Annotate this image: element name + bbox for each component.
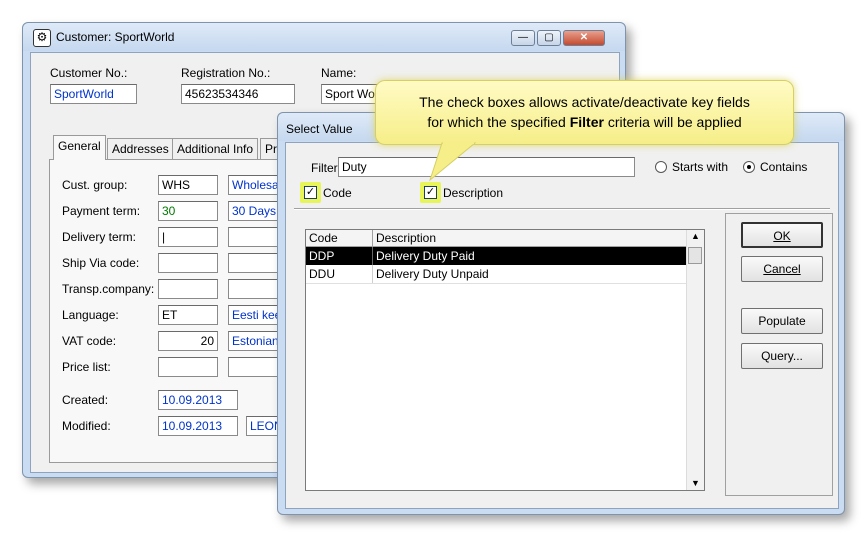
created-field: 10.09.2013 [158, 390, 238, 410]
ship-via-label: Ship Via code: [62, 256, 140, 270]
cust-group-label: Cust. group: [62, 178, 128, 192]
callout-tooltip: The check boxes allows activate/deactiva… [375, 80, 794, 145]
language-code-field[interactable]: ET [158, 305, 218, 325]
modified-field: 10.09.2013 [158, 416, 238, 436]
column-header-description[interactable]: Description [372, 230, 687, 247]
modified-label: Modified: [62, 419, 111, 433]
app-icon: ⚙ [33, 29, 51, 47]
transp-company-code-field[interactable] [158, 279, 218, 299]
callout-line-1: The check boxes allows activate/deactiva… [419, 94, 750, 110]
cancel-button[interactable]: Cancel [741, 256, 823, 282]
customer-window-title: Customer: SportWorld [56, 30, 175, 44]
payment-term-code-field[interactable]: 30 [158, 201, 218, 221]
row-description: Delivery Duty Unpaid [372, 265, 687, 284]
populate-button[interactable]: Populate [741, 308, 823, 334]
price-list-label: Price list: [62, 360, 111, 374]
ok-button-label: OK [773, 229, 791, 243]
select-window-title: Select Value [286, 122, 353, 136]
filter-label: Filter: [311, 161, 341, 175]
query-button-label: Query... [761, 349, 803, 363]
minimize-icon[interactable]: — [511, 30, 535, 46]
registration-no-label: Registration No.: [181, 66, 271, 80]
row-code: DDU [306, 265, 373, 284]
starts-with-radio[interactable] [655, 161, 667, 173]
close-icon[interactable]: ✕ [563, 30, 605, 46]
code-checkbox[interactable]: ✓ [304, 186, 317, 199]
delivery-term-code-field[interactable]: | [158, 227, 218, 247]
customer-title-bar[interactable]: ⚙ Customer: SportWorld — ▢ ✕ [23, 23, 625, 51]
callout-line-2: for which the specified Filter criteria … [376, 112, 793, 132]
select-value-window: Select Value Filter: Duty Starts with Co… [277, 112, 845, 515]
transp-company-label: Transp.company: [62, 282, 155, 296]
customer-no-label: Customer No.: [50, 66, 128, 80]
tab-additional-info[interactable]: Additional Info [172, 138, 259, 160]
callout-line-2-pre: for which the specified [427, 114, 570, 130]
row-code: DDP [306, 246, 373, 265]
contains-label: Contains [760, 160, 808, 174]
delivery-term-label: Delivery term: [62, 230, 137, 244]
ship-via-code-field[interactable] [158, 253, 218, 273]
registration-no-field[interactable]: 45623534346 [181, 84, 295, 104]
payment-term-label: Payment term: [62, 204, 141, 218]
starts-with-label: Starts with [672, 160, 729, 174]
row-description: Delivery Duty Paid [376, 249, 475, 263]
table-row[interactable]: DDU Delivery Duty Unpaid [306, 265, 687, 284]
code-checkbox-label: Code [323, 186, 352, 200]
created-label: Created: [62, 393, 109, 407]
select-client-area: Filter: Duty Starts with Contains ✓ Code… [285, 142, 839, 509]
ok-button[interactable]: OK [741, 222, 823, 248]
populate-button-label: Populate [758, 314, 806, 328]
results-list[interactable]: Code Description DDP Delivery Duty Paid … [305, 229, 705, 491]
description-checkbox-label: Description [443, 186, 504, 200]
list-header: Code Description [306, 230, 687, 247]
callout-line-2-post: criteria will be applied [603, 114, 742, 130]
query-button[interactable]: Query... [741, 343, 823, 369]
description-checkbox[interactable]: ✓ [424, 186, 437, 199]
cust-group-code-field[interactable]: WHS [158, 175, 218, 195]
tab-addresses[interactable]: Addresses [107, 138, 174, 160]
column-header-code[interactable]: Code [306, 230, 373, 247]
contains-radio[interactable] [743, 161, 755, 173]
customer-no-field[interactable]: SportWorld [50, 84, 137, 104]
filter-input[interactable]: Duty [338, 157, 635, 177]
maximize-icon[interactable]: ▢ [537, 30, 561, 46]
price-list-code-field[interactable] [158, 357, 218, 377]
divider [294, 208, 830, 210]
scroll-up-icon[interactable]: ▲ [691, 231, 700, 241]
language-label: Language: [62, 308, 119, 322]
vat-code-label: VAT code: [62, 334, 117, 348]
scroll-thumb[interactable] [688, 247, 702, 264]
name-label: Name: [321, 66, 357, 80]
table-row[interactable]: DDP Delivery Duty Paid [306, 246, 687, 265]
vat-code-field[interactable]: 20 [158, 331, 218, 351]
cancel-button-label: Cancel [763, 262, 801, 276]
scroll-down-icon[interactable]: ▼ [691, 478, 700, 488]
vertical-scrollbar[interactable]: ▲ ▼ [686, 230, 704, 490]
callout-filter-bold: Filter [569, 114, 604, 130]
tab-general[interactable]: General [53, 135, 106, 160]
